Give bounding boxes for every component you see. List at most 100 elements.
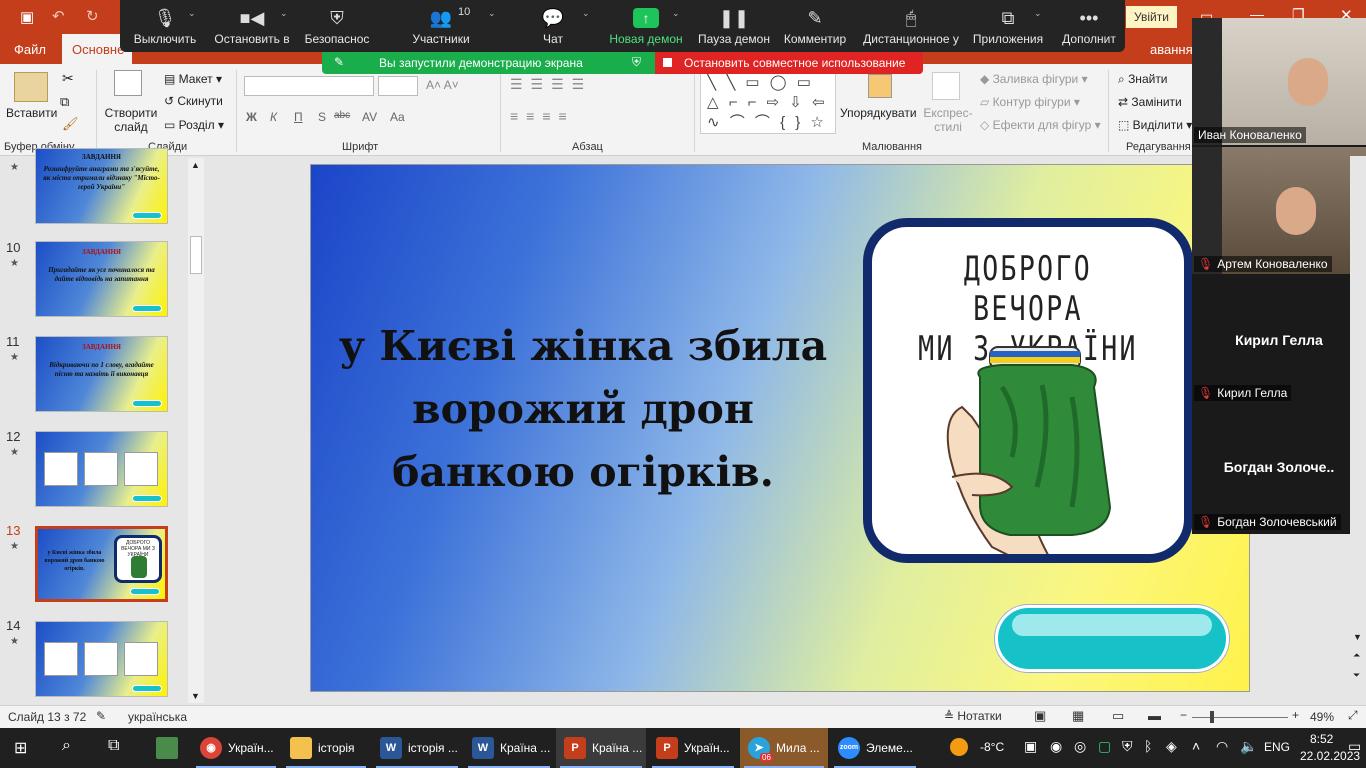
select-button[interactable]: ⬚ Виділити ▾ [1118, 118, 1192, 132]
slideshow-icon[interactable]: ▬ [1148, 708, 1161, 723]
pin-icon[interactable]: ✎ [334, 55, 344, 69]
weather-temp[interactable]: -8°C [980, 740, 1004, 754]
taskbar-app[interactable]: W Країна ... [464, 728, 554, 768]
taskbar-app[interactable]: zoom Элеме... [830, 728, 920, 768]
align-buttons[interactable]: ≡≡≡≡ [510, 108, 575, 124]
taskbar-app[interactable]: історія [282, 728, 370, 768]
thumbnail-scrollbar[interactable]: ▲ ▼ [188, 158, 204, 703]
slide-action-button[interactable] [995, 605, 1229, 672]
new-slide-icon[interactable] [114, 70, 142, 96]
bluetooth-icon[interactable]: ᛒ [1144, 738, 1152, 754]
annotate-button[interactable]: ✎ Комментир [778, 0, 852, 52]
calculator-icon[interactable] [156, 737, 178, 759]
notifications-icon[interactable]: ▭ [1348, 738, 1361, 755]
layout-button[interactable]: ▤ Макет ▾ [164, 72, 222, 86]
wifi-icon[interactable]: ◠ [1216, 738, 1228, 755]
tray-security-icon[interactable]: ⛨ [1122, 738, 1133, 755]
taskbar-app[interactable]: ➤ 06 Мила ... [740, 728, 828, 768]
zoom-level[interactable]: 49% [1310, 710, 1334, 724]
tray-zoom-icon[interactable]: ◎ [1074, 738, 1086, 755]
shape-fill-button[interactable]: ◆ Заливка фігури ▾ [980, 72, 1088, 86]
italic-button[interactable]: К [270, 110, 277, 124]
prev-slide-icon[interactable]: ⏶ [1353, 650, 1360, 661]
pause-share-button[interactable]: ❚❚ Пауза демон [692, 0, 776, 52]
scroll-thumb[interactable] [190, 236, 202, 274]
image-card[interactable]: ДОБРОГО ВЕЧОРА МИ З УКРАЇНИ [863, 218, 1193, 563]
slide-canvas[interactable]: у Києві жінка збила ворожий дрон банкою … [310, 164, 1250, 692]
bold-button[interactable]: Ж [246, 110, 257, 124]
tray-app-icon[interactable]: ◈ [1166, 738, 1177, 755]
remote-control-button[interactable]: 🖱 Дистанционное у [858, 0, 964, 52]
slide-thumbnail-14[interactable] [35, 621, 168, 697]
zoom-slider[interactable] [1192, 717, 1288, 718]
shadow-button[interactable]: S [318, 110, 326, 124]
case-button[interactable]: Aa [390, 110, 405, 124]
font-name-select[interactable] [244, 76, 374, 96]
participant-tile[interactable]: Богдан Золоче.. 🎙 Богдан Золочевський [1192, 405, 1366, 532]
zoom-out-icon[interactable]: − [1180, 708, 1187, 722]
arrange-icon[interactable] [868, 74, 892, 98]
save-icon[interactable]: ▣ [20, 8, 34, 26]
share-caret[interactable]: ⌄ [672, 8, 680, 19]
sorter-view-icon[interactable]: ▦ [1072, 708, 1084, 724]
tray-app-icon[interactable]: ▣ [1024, 738, 1037, 755]
chat-button[interactable]: 💬 Чат [520, 0, 586, 52]
grow-font-icon[interactable]: A˄ A˅ [426, 78, 459, 92]
strikethrough-button[interactable]: abc [334, 110, 350, 121]
security-button[interactable]: ⛨ Безопаснос [300, 0, 374, 52]
font-size-select[interactable] [378, 76, 418, 96]
zoom-slider-thumb[interactable] [1210, 711, 1214, 723]
slide-thumbnail-11[interactable]: ЗАВДАННЯ Відкриваючи по 1 слову, вгадайт… [35, 336, 168, 412]
copy-icon[interactable]: ⧉ [60, 94, 69, 110]
scroll-down-icon[interactable]: ▼ [1353, 632, 1362, 642]
format-painter-icon[interactable]: 🖌 [62, 116, 79, 132]
participant-tile[interactable]: 🎙 Артем Коноваленко [1192, 147, 1366, 274]
tab-file[interactable]: Файл [14, 42, 46, 57]
participant-tile[interactable]: Иван Коноваленко [1192, 18, 1366, 145]
search-icon[interactable]: ⌕ [62, 737, 71, 755]
participants-caret[interactable]: ⌄ [488, 8, 496, 19]
video-caret[interactable]: ⌄ [280, 8, 288, 19]
show-hidden-icons[interactable]: ˄ [1192, 738, 1200, 754]
mute-caret[interactable]: ⌄ [188, 8, 196, 19]
language-indicator[interactable]: українська [128, 710, 187, 724]
slide-thumbnail-10[interactable]: ЗАВДАННЯ Пригадайте як усе починалося та… [35, 241, 168, 317]
tray-app-icon[interactable]: ◉ [1050, 738, 1062, 755]
taskbar-app[interactable]: ◉ Україн... [192, 728, 280, 768]
slide-thumbnail-12[interactable] [35, 431, 168, 507]
list-buttons[interactable]: ☰☰☰☰ [510, 76, 592, 93]
slide-main-text[interactable]: у Києві жінка збила ворожий дрон банкою … [333, 315, 833, 504]
task-view-icon[interactable]: ⧉ [108, 737, 119, 755]
slide-scrollbar[interactable]: ▼ ⏶ ⏷ [1350, 156, 1366, 705]
undo-icon[interactable]: ↶ [52, 7, 65, 25]
fit-slide-icon[interactable]: ⤢ [1348, 708, 1358, 723]
reading-view-icon[interactable]: ▭ [1112, 708, 1124, 724]
taskbar-app-active[interactable]: P Країна ... [556, 728, 646, 768]
shape-outline-button[interactable]: ▱ Контур фігури ▾ [980, 95, 1080, 109]
chat-caret[interactable]: ⌄ [582, 8, 590, 19]
participant-tile[interactable]: Кирил Гелла 🎙 Кирил Гелла [1192, 276, 1366, 403]
windows-start-icon[interactable]: ⊞ [14, 738, 27, 758]
cut-icon[interactable]: ✂ [62, 70, 74, 87]
replace-button[interactable]: ⇄ Замінити [1118, 95, 1182, 109]
spellcheck-icon[interactable]: ✎ [96, 709, 106, 723]
next-slide-icon[interactable]: ⏷ [1353, 670, 1360, 681]
scroll-up-icon[interactable]: ▲ [191, 160, 200, 170]
zoom-in-icon[interactable]: + [1292, 708, 1299, 722]
quick-styles-icon[interactable] [932, 72, 960, 100]
tray-app-icon[interactable]: ▢ [1098, 738, 1111, 755]
language-indicator[interactable]: ENG [1264, 740, 1290, 754]
clock-time[interactable]: 8:52 [1310, 732, 1333, 746]
redo-icon[interactable]: ↻ [86, 7, 99, 25]
sign-in-button[interactable]: Увійти [1126, 6, 1177, 28]
arrange-button[interactable]: Упорядкувати [840, 106, 917, 120]
slide-thumbnail-9[interactable]: ЗАВДАННЯ Розшифруйте анаграми та з'ясуйт… [35, 148, 168, 224]
slide-thumbnail-13-selected[interactable]: у Києві жінка збила ворожий дрон банкою … [35, 526, 168, 602]
spacing-button[interactable]: AV [362, 110, 377, 124]
scroll-down-icon[interactable]: ▼ [191, 691, 200, 701]
quick-styles-button[interactable]: Експрес-стилі [922, 106, 974, 134]
find-button[interactable]: ⌕ Знайти [1118, 72, 1168, 87]
normal-view-icon[interactable]: ▣ [1034, 708, 1046, 724]
weather-icon[interactable] [950, 738, 968, 756]
section-button[interactable]: ▭ Розділ ▾ [164, 118, 224, 132]
